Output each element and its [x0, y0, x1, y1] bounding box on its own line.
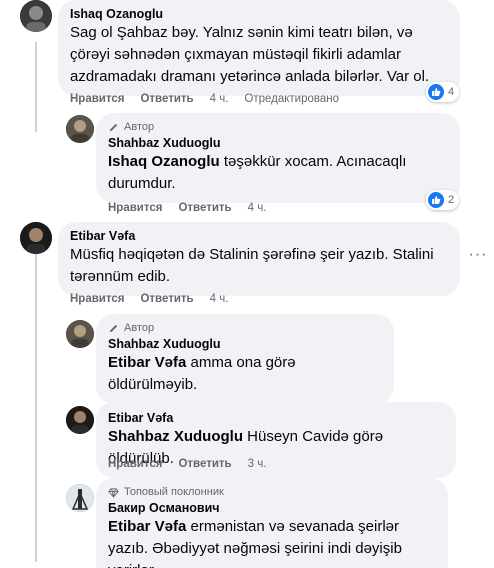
comment-author[interactable]: Ishaq Ozanoglu — [70, 6, 448, 22]
reply-button[interactable]: Ответить — [178, 458, 231, 470]
reaction-number: 2 — [448, 194, 455, 206]
like-button[interactable]: Нравится — [108, 202, 162, 214]
top-fan-badge: Топовый поклонник — [108, 486, 436, 498]
avatar[interactable] — [66, 320, 94, 348]
reaction-count[interactable]: 4 — [426, 82, 460, 102]
comment-bubble: Etibar Vəfa Müsfiq həqiqətən də Stalinin… — [58, 222, 460, 296]
timestamp[interactable]: 4 ч. — [248, 202, 267, 214]
reply-button[interactable]: Ответить — [140, 93, 193, 105]
like-icon — [428, 84, 444, 100]
comment-author[interactable]: Etibar Vəfa — [108, 410, 444, 426]
mention-link[interactable]: Ishaq Ozanoglu — [108, 153, 220, 170]
author-badge: Автор — [108, 121, 448, 133]
mention-link[interactable]: Etibar Vəfa — [108, 518, 186, 535]
comment-actions: Нравится Ответить 3 ч. — [108, 458, 282, 470]
avatar[interactable] — [66, 115, 94, 143]
edited-label: Отредактировано — [244, 93, 340, 105]
timestamp[interactable]: 4 ч. — [210, 293, 229, 305]
comment-text: Ishaq Ozanoglu təşəkkür xocam. Acınacaql… — [108, 153, 407, 192]
avatar[interactable] — [20, 222, 52, 254]
reply-button[interactable]: Ответить — [178, 202, 231, 214]
comment-text: Sag ol Şahbaz bəy. Yalnız sənin kimi tea… — [70, 24, 430, 85]
reaction-number: 4 — [448, 86, 455, 98]
reply-button[interactable]: Ответить — [140, 293, 193, 305]
like-icon — [428, 192, 444, 208]
avatar[interactable] — [66, 406, 94, 434]
comment-bubble: Автор Shahbaz Xuduoglu Etibar Vəfa amma … — [96, 314, 394, 404]
like-button[interactable]: Нравится — [70, 93, 124, 105]
comment-actions: Нравится Ответить 4 ч. — [108, 202, 282, 214]
diamond-icon — [108, 487, 119, 498]
comment-text: Müsfiq həqiqətən də Stalinin şərəfinə şe… — [70, 246, 434, 285]
reaction-count[interactable]: 2 — [426, 190, 460, 210]
like-button[interactable]: Нравится — [70, 293, 124, 305]
thread-line — [35, 252, 37, 562]
comment-text: Etibar Vəfa amma ona görə öldürülməyib. — [108, 354, 296, 393]
comment-author[interactable]: Бакир Османович — [108, 500, 436, 516]
mention-link[interactable]: Shahbaz Xuduoglu — [108, 428, 243, 445]
pencil-icon — [109, 324, 118, 332]
avatar[interactable] — [20, 0, 52, 32]
mention-link[interactable]: Etibar Vəfa — [108, 354, 186, 371]
avatar[interactable] — [66, 484, 94, 512]
comment-bubble: Автор Shahbaz Xuduoglu Ishaq Ozanoglu tə… — [96, 113, 460, 203]
thread-line — [35, 42, 37, 132]
author-badge: Автор — [108, 322, 382, 334]
comment-actions: Нравится Ответить 4 ч. Отредактировано — [70, 93, 339, 105]
comment-bubble: Топовый поклонник Бакир Османович Etibar… — [96, 478, 448, 568]
comment-text: Etibar Vəfa ermənistan və sevanada şeirl… — [108, 518, 402, 568]
pencil-icon — [109, 123, 118, 131]
comment-author[interactable]: Shahbaz Xuduoglu — [108, 135, 448, 151]
timestamp[interactable]: 4 ч. — [210, 93, 229, 105]
comment-author[interactable]: Etibar Vəfa — [70, 228, 448, 244]
like-button[interactable]: Нравится — [108, 458, 162, 470]
comment-actions: Нравится Ответить 4 ч. — [70, 293, 244, 305]
comment-author[interactable]: Shahbaz Xuduoglu — [108, 336, 382, 352]
comment-bubble: Ishaq Ozanoglu Sag ol Şahbaz bəy. Yalnız… — [58, 0, 460, 96]
timestamp[interactable]: 3 ч. — [248, 458, 267, 470]
more-options-icon[interactable]: ··· — [466, 243, 490, 267]
